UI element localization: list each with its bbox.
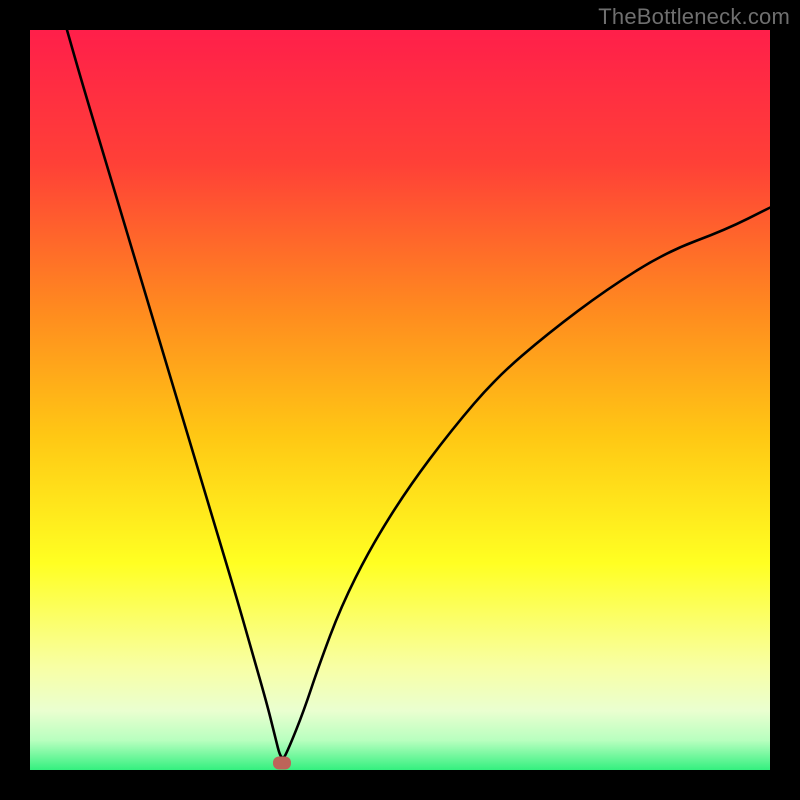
chart-frame: TheBottleneck.com	[0, 0, 800, 800]
plot-area	[30, 30, 770, 770]
optimal-point-marker	[273, 756, 291, 769]
bottleneck-curve	[67, 30, 770, 758]
watermark-text: TheBottleneck.com	[598, 4, 790, 30]
curve-layer	[30, 30, 770, 770]
